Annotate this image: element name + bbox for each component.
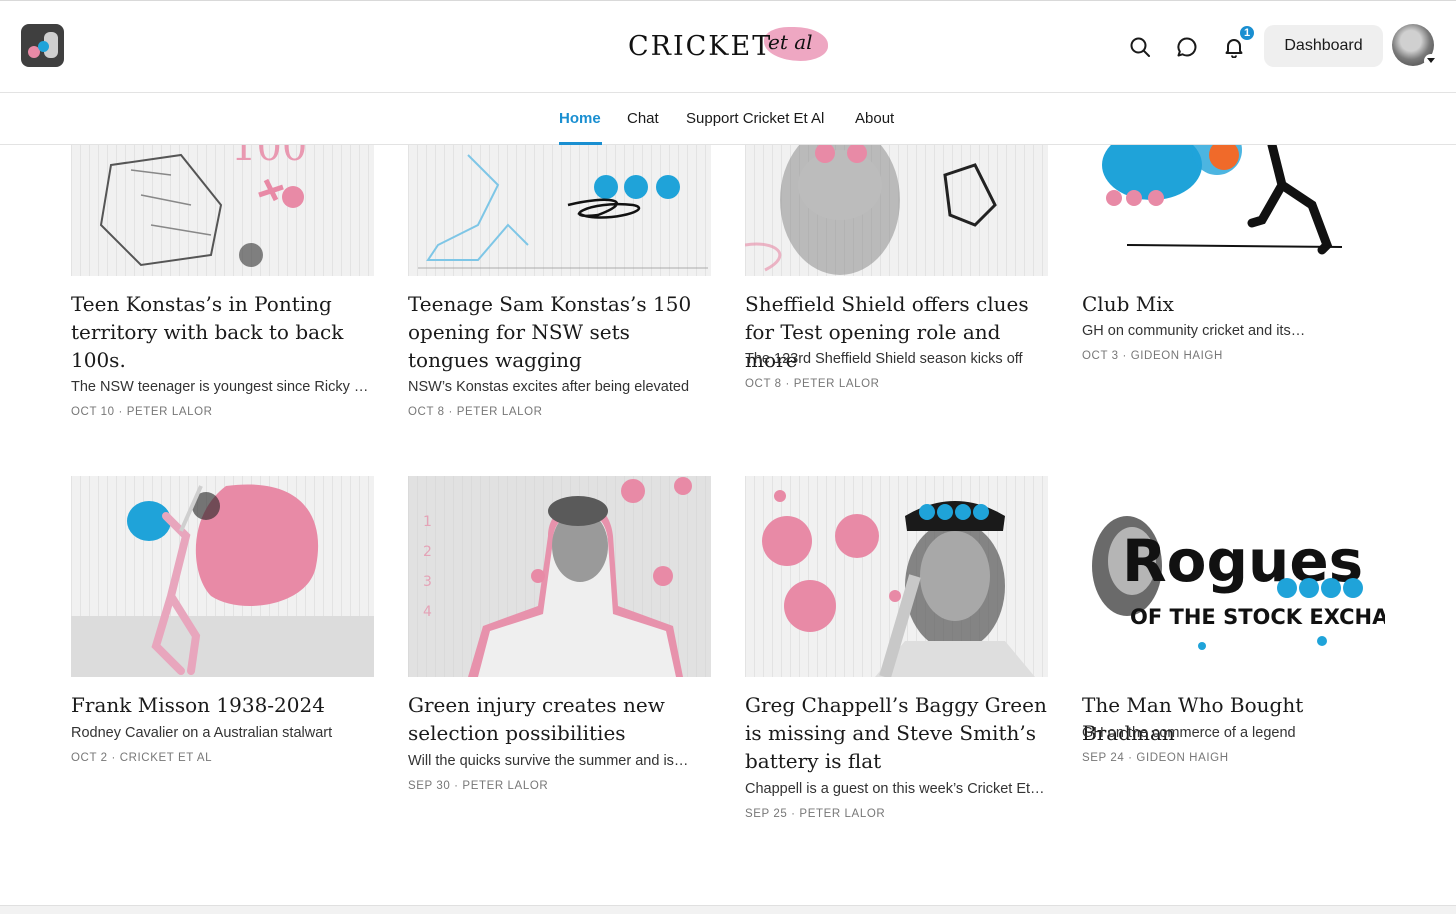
- post-subtitle: Will the quicks survive the summer and i…: [408, 753, 689, 769]
- post-date: OCT 3: [1082, 350, 1119, 362]
- chat-bubble-icon[interactable]: [1171, 31, 1203, 63]
- svg-text:3: 3: [423, 574, 432, 590]
- post-author[interactable]: PETER LALOR: [457, 406, 543, 418]
- active-tab-indicator: [559, 142, 602, 145]
- nav-item-support[interactable]: Support Cricket Et Al: [686, 110, 824, 127]
- post-subtitle: Chappell is a guest on this week’s Crick…: [745, 781, 1045, 797]
- post-subtitle: The 123rd Sheffield Shield season kicks …: [745, 351, 1023, 367]
- thumb-rogues-caption: OF THE STOCK EXCHANGE: [1130, 605, 1385, 629]
- publication-logo[interactable]: [21, 24, 64, 67]
- post-title[interactable]: Teen Konstas’s in Ponting territory with…: [71, 290, 376, 374]
- section-nav: Home Chat Support Cricket Et Al About: [0, 93, 1456, 145]
- post-author[interactable]: PETER LALOR: [462, 780, 548, 792]
- post-title[interactable]: Green injury creates new selection possi…: [408, 691, 713, 747]
- post-subtitle: The NSW teenager is youngest since Ricky…: [71, 379, 371, 395]
- post-date: OCT 8: [745, 378, 782, 390]
- post-date: OCT 10: [71, 406, 115, 418]
- post-author[interactable]: PETER LALOR: [799, 808, 885, 820]
- post-thumbnail[interactable]: 100: [71, 145, 374, 276]
- post-meta: SEP 24 · GIDEON HAIGH: [1082, 752, 1229, 764]
- post-thumbnail[interactable]: [745, 145, 1048, 276]
- post-thumbnail[interactable]: Rogues OF THE STOCK EXCHANGE: [1082, 476, 1385, 677]
- post-meta: SEP 25 · PETER LALOR: [745, 808, 886, 820]
- post-meta: OCT 3 · GIDEON HAIGH: [1082, 350, 1223, 362]
- post-author[interactable]: PETER LALOR: [794, 378, 880, 390]
- post-date: SEP 25: [745, 808, 788, 820]
- post-author[interactable]: GIDEON HAIGH: [1136, 752, 1228, 764]
- post-title[interactable]: Teenage Sam Konstas’s 150 opening for NS…: [408, 290, 713, 374]
- post-subtitle: NSW’s Konstas excites after being elevat…: [408, 379, 690, 395]
- site-wordmark[interactable]: CRICKET et al: [626, 25, 836, 69]
- post-subtitle: Rodney Cavalier on a Australian stalwart: [71, 725, 333, 741]
- post-meta: OCT 10 · PETER LALOR: [71, 406, 213, 418]
- post-thumbnail[interactable]: [408, 145, 711, 276]
- top-header: CRICKET et al 1 Dashboard: [0, 0, 1456, 93]
- post-thumbnail[interactable]: [1082, 145, 1385, 276]
- post-title[interactable]: Frank Misson 1938-2024: [71, 691, 376, 719]
- post-date: SEP 30: [408, 780, 451, 792]
- post-meta: OCT 8 · PETER LALOR: [745, 378, 880, 390]
- chevron-down-icon[interactable]: [1424, 54, 1438, 68]
- post-subtitle: GH on the commerce of a legend: [1082, 725, 1296, 741]
- post-title[interactable]: Club Mix: [1082, 290, 1387, 318]
- nav-item-home[interactable]: Home: [559, 110, 601, 127]
- wordmark-main: CRICKET: [628, 31, 773, 62]
- svg-text:4: 4: [423, 604, 432, 620]
- post-thumbnail[interactable]: [71, 476, 374, 677]
- window-bottom-edge: [0, 905, 1456, 914]
- post-subtitle: GH on community cricket and its…: [1082, 323, 1306, 339]
- dashboard-button[interactable]: Dashboard: [1264, 25, 1383, 67]
- post-author[interactable]: PETER LALOR: [127, 406, 213, 418]
- search-icon[interactable]: [1124, 31, 1156, 63]
- wordmark-script: et al: [768, 30, 813, 54]
- post-author[interactable]: GIDEON HAIGH: [1131, 350, 1223, 362]
- svg-text:1: 1: [423, 514, 432, 530]
- post-title[interactable]: Greg Chappell’s Baggy Green is missing a…: [745, 691, 1050, 775]
- post-author[interactable]: CRICKET ET AL: [120, 752, 212, 764]
- post-meta: OCT 2 · CRICKET ET AL: [71, 752, 213, 764]
- post-date: OCT 8: [408, 406, 445, 418]
- post-date: OCT 2: [71, 752, 108, 764]
- nav-item-chat[interactable]: Chat: [627, 110, 659, 127]
- svg-text:2: 2: [423, 544, 432, 560]
- svg-text:100: 100: [231, 145, 307, 170]
- notification-badge: 1: [1238, 24, 1256, 42]
- post-meta: SEP 30 · PETER LALOR: [408, 780, 549, 792]
- post-date: SEP 24: [1082, 752, 1125, 764]
- post-meta: OCT 8 · PETER LALOR: [408, 406, 543, 418]
- nav-item-about[interactable]: About: [855, 110, 894, 127]
- post-thumbnail[interactable]: [745, 476, 1048, 677]
- post-thumbnail[interactable]: 1 2 3 4: [408, 476, 711, 677]
